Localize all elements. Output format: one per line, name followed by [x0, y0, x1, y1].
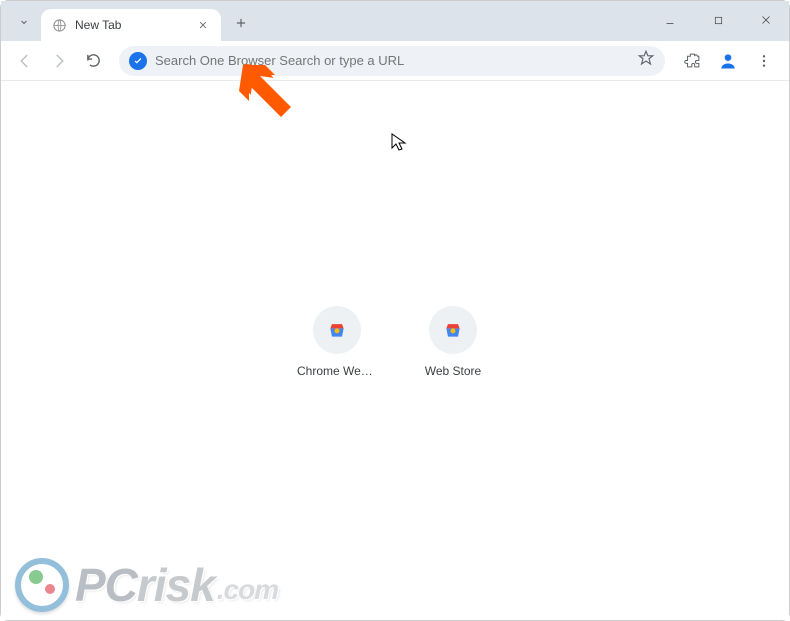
tab-close-button[interactable] — [195, 17, 211, 33]
tab-search-dropdown[interactable] — [11, 9, 37, 35]
puzzle-icon — [684, 52, 701, 69]
profile-icon — [718, 51, 738, 71]
globe-icon — [51, 17, 67, 33]
bookmark-button[interactable] — [637, 49, 655, 72]
shortcut-tile[interactable]: Web Store — [413, 306, 493, 378]
new-tab-button[interactable] — [227, 9, 255, 37]
omnibox-input[interactable] — [155, 53, 629, 68]
profile-button[interactable] — [713, 46, 743, 76]
maximize-icon — [713, 15, 724, 26]
webstore-icon — [443, 320, 463, 340]
close-icon — [198, 20, 208, 30]
forward-button[interactable] — [45, 47, 73, 75]
tab-title: New Tab — [75, 18, 195, 32]
window-controls — [653, 1, 783, 39]
watermark-logo-icon — [15, 558, 69, 612]
shortcut-label: Web Store — [425, 364, 481, 378]
shortcut-icon-circle — [429, 306, 477, 354]
shortcuts-row: Chrome Web... Web Store — [297, 306, 493, 378]
search-engine-badge-icon — [129, 52, 147, 70]
chevron-down-icon — [18, 16, 30, 28]
webstore-icon — [327, 320, 347, 340]
shortcut-tile[interactable]: Chrome Web... — [297, 306, 377, 378]
arrow-right-icon — [50, 52, 68, 70]
shortcut-label: Chrome Web... — [297, 364, 377, 378]
reload-button[interactable] — [79, 47, 107, 75]
star-icon — [637, 49, 655, 67]
back-button[interactable] — [11, 47, 39, 75]
minimize-icon — [664, 14, 676, 26]
maximize-button[interactable] — [701, 6, 735, 34]
close-icon — [760, 14, 772, 26]
address-bar[interactable] — [119, 46, 665, 76]
close-window-button[interactable] — [749, 6, 783, 34]
menu-button[interactable] — [749, 46, 779, 76]
browser-tab[interactable]: New Tab — [41, 9, 221, 41]
arrow-left-icon — [16, 52, 34, 70]
plus-icon — [234, 16, 248, 30]
kebab-icon — [756, 53, 772, 69]
shortcut-icon-circle — [313, 306, 361, 354]
titlebar: New Tab — [1, 1, 789, 41]
page-content: Chrome Web... Web Store — [1, 81, 789, 620]
watermark-text: PCrisk.com — [75, 558, 278, 612]
minimize-button[interactable] — [653, 6, 687, 34]
toolbar — [1, 41, 789, 81]
watermark: PCrisk.com — [15, 558, 278, 612]
reload-icon — [85, 52, 102, 69]
extensions-button[interactable] — [677, 46, 707, 76]
